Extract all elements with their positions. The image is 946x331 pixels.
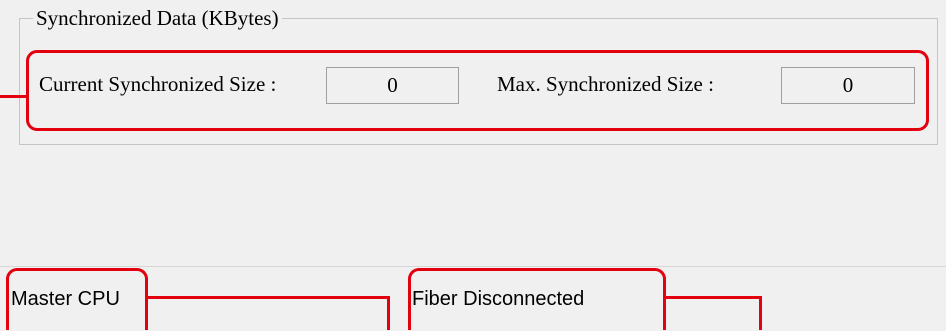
annotation-highlight-master-cpu bbox=[6, 268, 148, 330]
groupbox-title: Synchronized Data (KBytes) bbox=[33, 5, 282, 31]
annotation-connector-fiber-v bbox=[759, 296, 762, 330]
annotation-connector-fields bbox=[0, 95, 27, 98]
annotation-connector-master-cpu-v bbox=[387, 296, 390, 330]
annotation-highlight-fields bbox=[26, 50, 929, 131]
annotation-connector-master-cpu-h bbox=[147, 296, 390, 299]
sync-panel: Synchronized Data (KBytes) Current Synch… bbox=[0, 0, 946, 266]
annotation-connector-fiber-h bbox=[665, 296, 762, 299]
annotation-highlight-fiber bbox=[408, 268, 666, 330]
